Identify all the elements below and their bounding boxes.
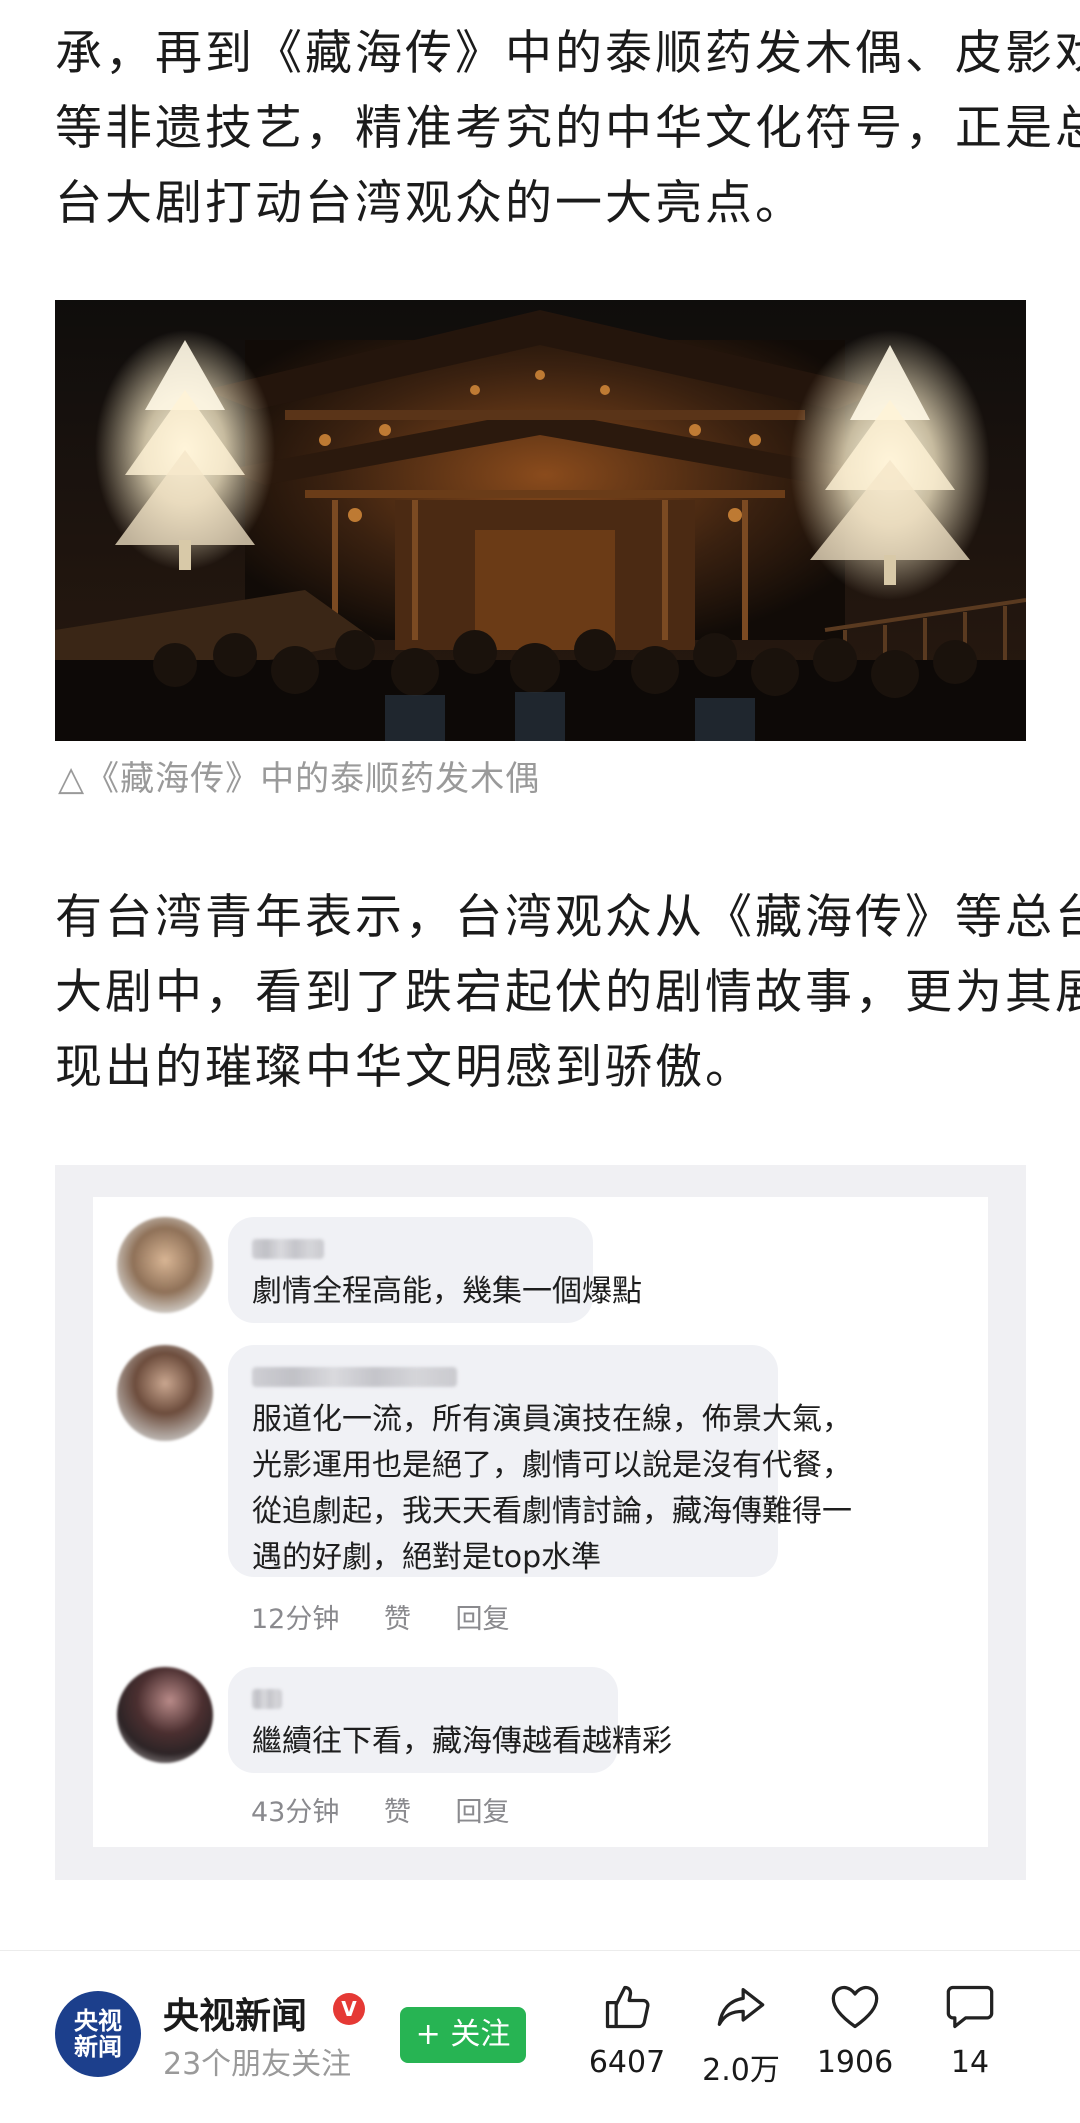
logo-text: 央视 [74, 2007, 122, 2035]
theater-scene-image [55, 300, 1026, 741]
paragraph-line: 等非遗技艺，精准考究的中华文化符号，正是总 [55, 101, 1080, 156]
comment-text: 服道化一流，所有演員演技在線，佈景大氣， 光影運用也是絕了，劇情可以說是沒有代餐… [252, 1397, 852, 1581]
like-link[interactable]: 赞 [384, 1797, 411, 1828]
bottom-action-bar: 央视 新闻 央视新闻 V 23个朋友关注 + 关注 6407 2.0万 1906… [0, 1950, 1080, 2123]
blurred-username [252, 1689, 282, 1709]
paragraph-line: 台大剧打动台湾观众的一大亮点。 [55, 176, 805, 231]
followers-text: 23个朋友关注 [163, 2047, 352, 2082]
like-count: 6407 [588, 2045, 666, 2080]
comment-bubble: 服道化一流，所有演員演技在線，佈景大氣， 光影運用也是絕了，劇情可以說是沒有代餐… [228, 1345, 852, 1577]
comment-meta: 43分钟 赞 回复 [251, 1790, 546, 1829]
comment-line: 遇的好劇，絕對是top水準 [252, 1540, 602, 1575]
comment-time: 12分钟 [251, 1604, 340, 1635]
comment-text: 繼續往下看，藏海傳越看越精彩 [252, 1719, 672, 1765]
heart-icon [831, 1985, 879, 2029]
thumbs-up-icon [605, 1985, 650, 2029]
blurred-username [252, 1367, 457, 1387]
share-action[interactable]: 2.0万 [686, 1981, 796, 2089]
comment-line: 繼續往下看，藏海傳越看越精彩 [252, 1724, 672, 1759]
article-paragraph: 承，再到《藏海传》中的泰顺药发木偶、皮影戏 等非遗技艺，精准考究的中华文化符号，… [55, 16, 1080, 241]
comment-line: 從追劇起，我天天看劇情討論，藏海傳難得一 [252, 1494, 852, 1529]
account-name[interactable]: 央视新闻 [163, 1987, 307, 2039]
avatar[interactable] [117, 1217, 213, 1313]
article-photo[interactable] [55, 300, 1026, 741]
comment-count: 14 [950, 2045, 990, 2080]
reply-link[interactable]: 回复 [456, 1604, 510, 1635]
comment-time: 43分钟 [251, 1797, 340, 1828]
avatar[interactable] [117, 1345, 213, 1441]
comment-meta: 12分钟 赞 回复 [251, 1597, 546, 1636]
follow-button[interactable]: + 关注 [400, 2007, 526, 2063]
paragraph-line: 大剧中，看到了跌宕起伏的剧情故事，更为其展 [55, 965, 1080, 1020]
avatar[interactable] [117, 1667, 213, 1763]
comments-panel: 劇情全程高能，幾集一個爆點 服道化一流，所有演員演技在線，佈景大氣， 光影運用也… [93, 1197, 988, 1847]
logo-text: 新闻 [74, 2033, 122, 2061]
blurred-username [252, 1239, 324, 1259]
comment-line: 服道化一流，所有演員演技在線，佈景大氣， [252, 1402, 852, 1437]
share-arrow-icon [717, 1988, 765, 2026]
comment-action[interactable]: 14 [915, 1981, 1025, 2080]
paragraph-line: 现出的璀璨中华文明感到骄傲。 [55, 1040, 755, 1095]
like-action[interactable]: 6407 [572, 1981, 682, 2080]
account-logo[interactable]: 央视 新闻 [55, 1991, 141, 2077]
share-count: 2.0万 [702, 2053, 780, 2088]
favorite-action[interactable]: 1906 [800, 1981, 910, 2080]
comments-screenshot[interactable]: 劇情全程高能，幾集一個爆點 服道化一流，所有演員演技在線，佈景大氣， 光影運用也… [55, 1165, 1026, 1880]
verified-badge-icon: V [333, 1993, 365, 2025]
favorite-count: 1906 [816, 2045, 894, 2080]
comment-bubble: 繼續往下看，藏海傳越看越精彩 [228, 1667, 672, 1773]
comment-bubble-icon [946, 1985, 994, 2029]
paragraph-line: 有台湾青年表示，台湾观众从《藏海传》等总台 [55, 890, 1080, 945]
comment-text: 劇情全程高能，幾集一個爆點 [252, 1269, 642, 1315]
comment-line: 劇情全程高能，幾集一個爆點 [252, 1274, 642, 1309]
comment-line: 光影運用也是絕了，劇情可以說是沒有代餐， [252, 1448, 852, 1483]
comment-bubble: 劇情全程高能，幾集一個爆點 [228, 1217, 642, 1323]
reply-link[interactable]: 回复 [456, 1797, 510, 1828]
article-paragraph: 有台湾青年表示，台湾观众从《藏海传》等总台 大剧中，看到了跌宕起伏的剧情故事，更… [55, 880, 1080, 1105]
paragraph-line: 承，再到《藏海传》中的泰顺药发木偶、皮影戏 [55, 26, 1080, 81]
like-link[interactable]: 赞 [384, 1604, 411, 1635]
photo-caption: △《藏海传》中的泰顺药发木偶 [58, 759, 541, 799]
